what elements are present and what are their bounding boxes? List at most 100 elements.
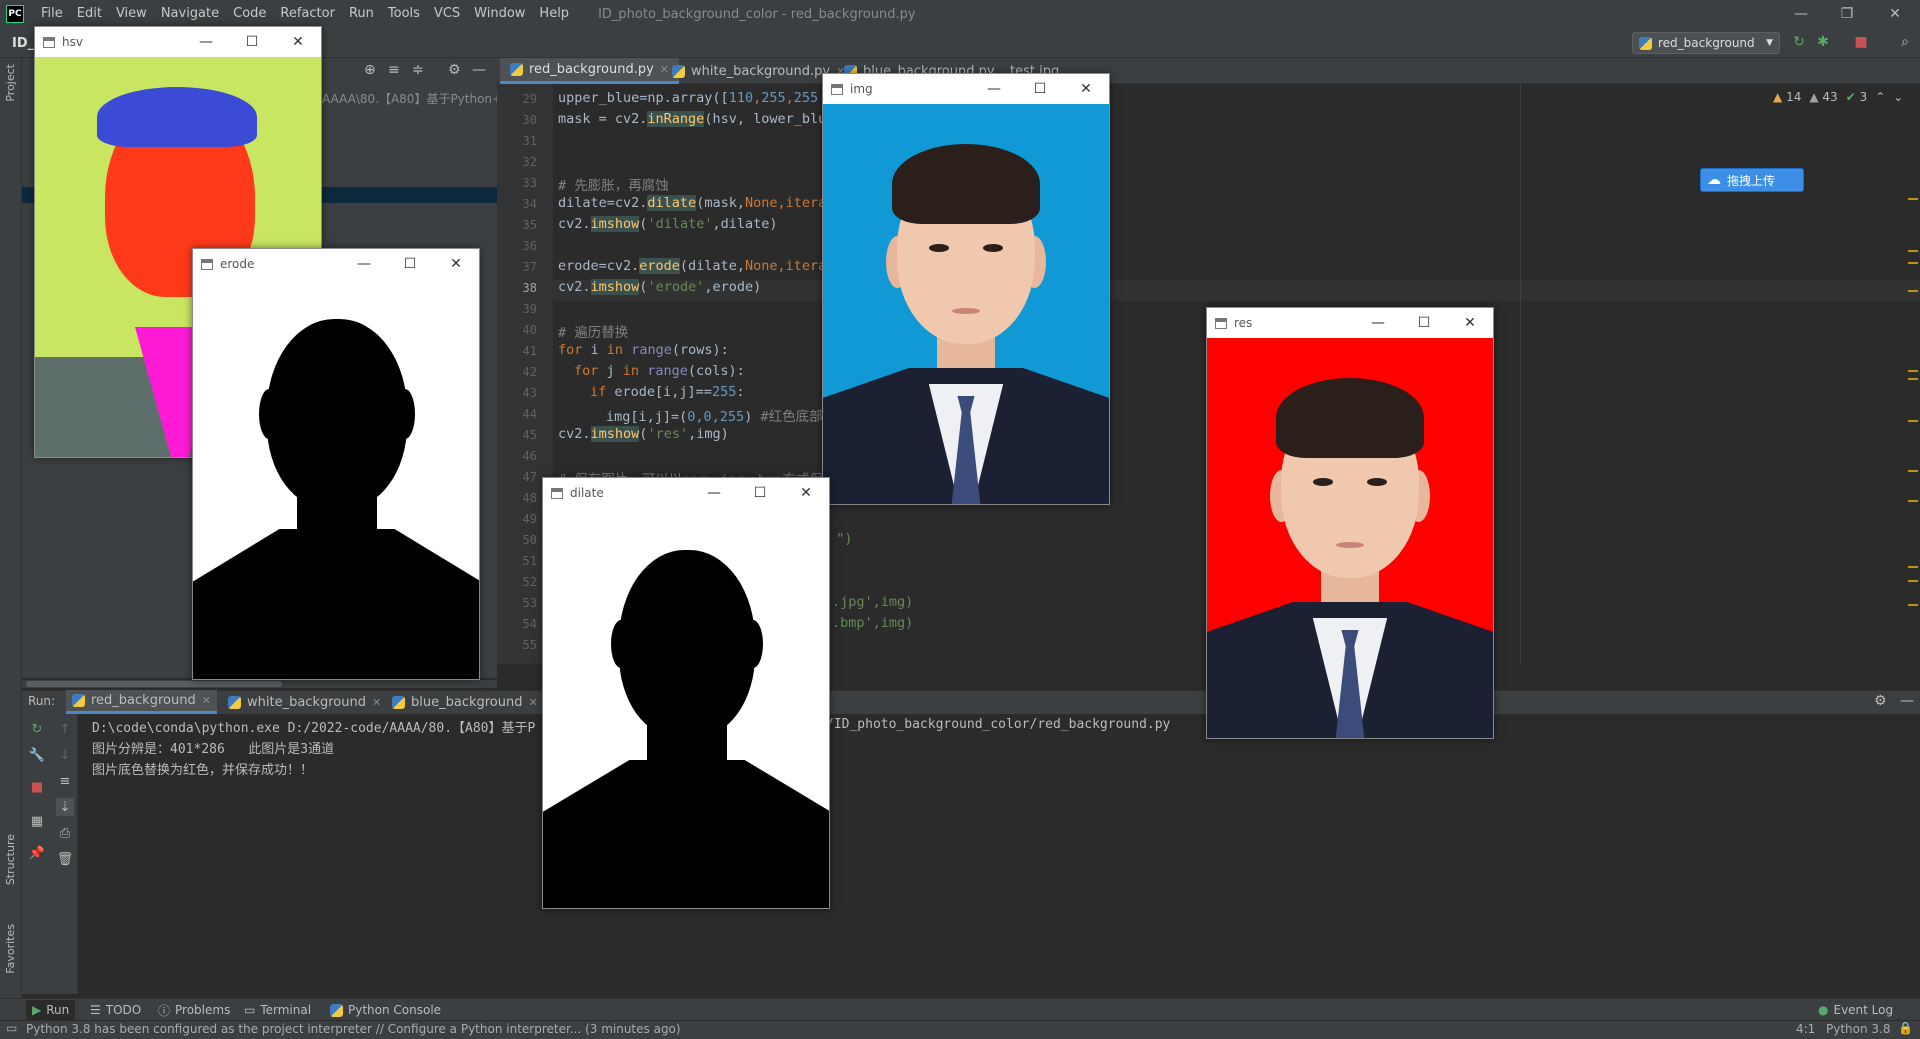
rerun-icon[interactable]: ↻ [28,720,46,738]
res-window[interactable]: res — ☐ ✕ [1206,307,1494,739]
upload-button[interactable]: ☁ 拖拽上传 [1700,168,1804,192]
minimize-icon[interactable]: — [341,249,387,279]
close-icon[interactable]: ✕ [1447,308,1493,338]
expand-all-icon[interactable]: ≡ [388,62,400,78]
error-stripe-mark[interactable] [1908,604,1918,606]
menu-vcs[interactable]: VCS [427,0,467,28]
arrow-up-icon[interactable]: ↑ [56,720,74,738]
gear-icon[interactable]: ⚙ [1874,693,1887,709]
close-icon[interactable]: ✕ [1063,74,1109,104]
structure-tool-tab[interactable]: Structure [4,834,17,885]
dilate-window[interactable]: dilate — ☐ ✕ [542,477,830,909]
hide-panel-icon[interactable]: — [1900,693,1914,709]
project-tree-path[interactable]: AAAA\80.【A80】基于Python+ [322,90,502,107]
maximize-icon[interactable]: ☐ [737,478,783,508]
error-stripe-mark[interactable] [1908,370,1918,372]
maximize-icon[interactable]: ☐ [229,27,275,57]
menu-edit[interactable]: Edit [70,0,109,28]
menu-run[interactable]: Run [342,0,381,28]
cursor-position[interactable]: 4:1 [1796,1022,1815,1036]
project-scrollbar-thumb[interactable] [26,681,282,687]
hide-panel-icon[interactable]: — [472,62,486,78]
img-titlebar[interactable]: img — ☐ ✕ [823,74,1109,104]
code-line-40[interactable]: # 遍历替换 [558,321,628,341]
pin-icon[interactable]: 📌 [28,844,46,862]
code-line-43[interactable]: if erode[i,j]==255: [590,384,744,400]
bottom-tool-terminal[interactable]: ▭ Terminal [238,1000,317,1020]
error-stripe-mark[interactable] [1908,470,1918,472]
code-line-37[interactable]: erode=cv2.erode(dilate,None,itera [558,258,826,274]
interpreter-indicator[interactable]: Python 3.8 [1826,1022,1891,1036]
bottom-tool-problems[interactable]: ⓘ Problems [152,1000,236,1020]
error-stripe-mark[interactable] [1908,290,1918,292]
minimize-icon[interactable]: — [1778,0,1824,28]
chevron-down-icon[interactable]: ⌄ [1893,90,1903,104]
print-icon[interactable]: ⎙ [56,824,74,842]
inspection-widget[interactable]: ▲ 14 ▲ 43 ✔ 3 ⌃ ⌄ [1773,90,1903,104]
code-line-30[interactable]: mask = cv2.inRange(hsv, lower_blu [558,111,826,127]
console-line-command-tail[interactable]: /ID_photo_background_color/red_backgroun… [826,717,1170,732]
error-stripe-mark[interactable] [1908,420,1918,422]
rerun-icon[interactable]: ↻ [1790,33,1808,51]
erode-window[interactable]: erode — ☐ ✕ [192,248,480,680]
run-config-dropdown[interactable]: red_background ▼ [1632,32,1780,54]
console-line-command[interactable]: D:\code\conda\python.exe D:/2022-code/AA… [92,717,535,736]
code-line-45[interactable]: cv2.imshow('res',img) [558,426,729,442]
minimize-icon[interactable]: — [1355,308,1401,338]
code-line-33[interactable]: # 先膨胀，再腐蚀 [558,174,669,194]
project-breadcrumb[interactable]: ID_ [12,36,34,51]
code-line-42[interactable]: for j in range(cols): [574,363,745,379]
event-log-button[interactable]: ● Event Log [1812,1000,1899,1020]
search-icon[interactable]: ⌕ [1896,33,1914,51]
menu-file[interactable]: File [34,0,70,28]
maximize-icon[interactable]: ☐ [1017,74,1063,104]
collapse-all-icon[interactable]: ≑ [412,62,424,78]
menu-refactor[interactable]: Refactor [273,0,342,28]
menu-navigate[interactable]: Navigate [154,0,226,28]
run-tab-white-background[interactable]: white_background ✕ [222,690,387,714]
dilate-titlebar[interactable]: dilate — ☐ ✕ [543,478,829,508]
error-stripe-mark[interactable] [1908,262,1918,264]
code-line-41[interactable]: for i in range(rows): [558,342,729,358]
maximize-icon[interactable]: ☐ [1401,308,1447,338]
code-line-35[interactable]: cv2.imshow('dilate',dilate) [558,216,778,232]
layout-icon[interactable]: ▦ [28,812,46,830]
close-icon[interactable]: ✕ [1872,0,1918,28]
trash-icon[interactable]: 🗑 [56,850,74,868]
menu-tools[interactable]: Tools [381,0,427,28]
warning-count[interactable]: ▲ 14 [1773,90,1801,104]
tab-red-background[interactable]: red_background.py ✕ [500,58,679,84]
weak-warning-count[interactable]: ▲ 43 [1809,90,1837,104]
error-stripe-mark[interactable] [1908,250,1918,252]
favorites-tool-tab[interactable]: Favorites [4,924,17,974]
chevron-up-icon[interactable]: ⌃ [1875,90,1885,104]
close-tab-icon[interactable]: ✕ [372,696,381,709]
ok-count[interactable]: ✔ 3 [1846,90,1868,104]
arrow-down-icon[interactable]: ↓ [56,746,74,764]
restore-icon[interactable]: ❐ [1824,0,1870,28]
console-line-resolution[interactable]: 图片分辨是：401*286 此图片是3通道 [92,738,334,757]
minimize-icon[interactable]: — [183,27,229,57]
menu-code[interactable]: Code [226,0,273,28]
wrench-icon[interactable]: 🔧 [28,746,46,764]
bottom-tool-todo[interactable]: ☰ TODO [84,1000,147,1020]
code-line-38[interactable]: cv2.imshow('erode',erode) [558,279,761,295]
close-tab-icon[interactable]: ✕ [202,694,211,707]
soft-wrap-icon[interactable]: ≡ [56,772,74,790]
status-toggle-icon[interactable]: ▭ [6,1021,17,1035]
menu-view[interactable]: View [109,0,154,28]
error-stripe-mark[interactable] [1908,580,1918,582]
erode-titlebar[interactable]: erode — ☐ ✕ [193,249,479,279]
error-stripe-mark[interactable] [1908,378,1918,380]
code-line-53-tail[interactable]: .jpg',img) [832,594,913,610]
lock-icon[interactable]: 🔒 [1898,1021,1913,1035]
project-tool-tab[interactable]: Project [4,64,17,102]
close-icon[interactable]: ✕ [275,27,321,57]
bottom-tool-run[interactable]: ▶ Run [26,1000,76,1020]
menu-window[interactable]: Window [467,0,532,28]
res-titlebar[interactable]: res — ☐ ✕ [1207,308,1493,338]
bottom-tool-python-console[interactable]: Python Console [324,1000,447,1020]
close-tab-icon[interactable]: ✕ [529,696,538,709]
maximize-icon[interactable]: ☐ [387,249,433,279]
code-line-44[interactable]: img[i,j]=(0,0,255) #红色底部 [606,405,823,425]
